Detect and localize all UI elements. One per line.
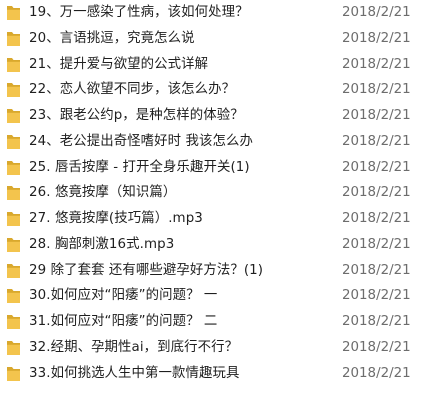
file-list: 19、万一感染了性病，该如何处理？ 2018/2/21 20、言语挑逗，究竟怎么…: [0, 0, 422, 412]
list-item[interactable]: 24、老公提出奇怪嗜好时 我该怎么办 2018/2/21: [0, 129, 422, 155]
modified-date: 2018/2/21: [342, 133, 411, 149]
file-name: 25. 唇舌按摩 - 打开全身乐趣开关(1): [29, 159, 250, 175]
folder-icon: [7, 263, 20, 278]
modified-date: 2018/2/21: [342, 159, 411, 175]
modified-date: 2018/2/21: [342, 82, 411, 98]
folder-icon: [7, 237, 20, 252]
modified-date: 2018/2/21: [342, 56, 411, 72]
file-name: 20、言语挑逗，究竟怎么说: [29, 30, 195, 46]
list-item[interactable]: 20、言语挑逗，究竟怎么说 2018/2/21: [0, 26, 422, 52]
list-item[interactable]: 31.如何应对“阳痿”的问题？ 二 2018/2/21: [0, 309, 422, 335]
folder-icon: [7, 212, 20, 226]
file-name: 23、跟老公约p，是种怎样的体验？: [29, 108, 244, 123]
folder-icon: [7, 315, 20, 329]
folder-icon: [6, 390, 21, 392]
modified-date: 2018/2/21: [342, 5, 411, 20]
modified-date: 2018/2/21: [342, 211, 411, 226]
list-item[interactable]: 23、跟老公约p，是种怎样的体验？ 2018/2/21: [0, 103, 422, 129]
file-name: 22、恋人欲望不同步，该怎么办？: [29, 82, 236, 98]
list-item[interactable]: 21、提升爱与欲望的公式详解 2018/2/21: [0, 52, 422, 78]
folder-icon: [7, 6, 20, 20]
folder-icon: [7, 366, 20, 381]
file-name: 31.如何应对“阳痿”的问题？ 二: [29, 314, 218, 329]
list-item[interactable]: 26. 悠竟按摩（知识篇） 2018/2/21: [0, 180, 422, 206]
folder-icon: [7, 57, 20, 72]
modified-date: 2018/2/21: [342, 365, 411, 381]
folder-icon: [7, 134, 20, 149]
modified-date: 2018/2/21: [342, 30, 411, 46]
file-name: 32.经期、孕期性ai，到底行不行？: [29, 339, 239, 355]
modified-date: 2018/2/21: [342, 185, 411, 201]
file-name: 21、提升爱与欲望的公式详解: [29, 56, 209, 72]
folder-icon: [7, 160, 20, 175]
file-name: 33.如何挑选人生中第一款情趣玩具: [29, 365, 240, 381]
list-item[interactable]: 27. 悠竟按摩(技巧篇）.mp3 2018/2/21: [0, 206, 422, 232]
modified-date: 2018/2/21: [342, 262, 411, 278]
list-item[interactable]: 19、万一感染了性病，该如何处理？ 2018/2/21: [0, 0, 422, 26]
list-item[interactable]: 32.经期、孕期性ai，到底行不行？ 2018/2/21: [0, 335, 422, 361]
list-item[interactable]: 22、恋人欲望不同步，该怎么办？ 2018/2/21: [0, 77, 422, 103]
file-name: 26. 悠竟按摩（知识篇）: [29, 185, 177, 201]
file-name: 27. 悠竟按摩(技巧篇）.mp3: [29, 211, 203, 226]
list-item[interactable]: 25. 唇舌按摩 - 打开全身乐趣开关(1) 2018/2/21: [0, 155, 422, 181]
folder-icon: [7, 289, 20, 304]
list-item[interactable]: [0, 386, 422, 392]
folder-icon: [7, 340, 20, 355]
list-item[interactable]: 29 除了套套 还有哪些避孕好方法？(1) 2018/2/21: [0, 258, 422, 284]
file-name: 30.如何应对“阳痿”的问题？ 一: [29, 288, 218, 304]
list-item[interactable]: 33.如何挑选人生中第一款情趣玩具 2018/2/21: [0, 361, 422, 387]
modified-date: 2018/2/21: [342, 339, 411, 355]
file-name: 29 除了套套 还有哪些避孕好方法？(1): [29, 262, 264, 278]
file-name: 19、万一感染了性病，该如何处理？: [29, 5, 249, 20]
modified-date: 2018/2/21: [342, 314, 411, 329]
folder-icon: [7, 109, 20, 123]
list-item[interactable]: 30.如何应对“阳痿”的问题？ 一 2018/2/21: [0, 283, 422, 309]
modified-date: 2018/2/21: [342, 108, 411, 123]
modified-date: 2018/2/21: [342, 236, 411, 252]
file-name: 24、老公提出奇怪嗜好时 我该怎么办: [29, 133, 253, 149]
file-name: 28. 胸部刺激16式.mp3: [29, 236, 175, 252]
folder-icon: [7, 31, 20, 46]
modified-date: 2018/2/21: [342, 288, 411, 304]
list-item[interactable]: 28. 胸部刺激16式.mp3 2018/2/21: [0, 232, 422, 258]
folder-icon: [7, 83, 20, 98]
folder-icon: [7, 186, 20, 201]
